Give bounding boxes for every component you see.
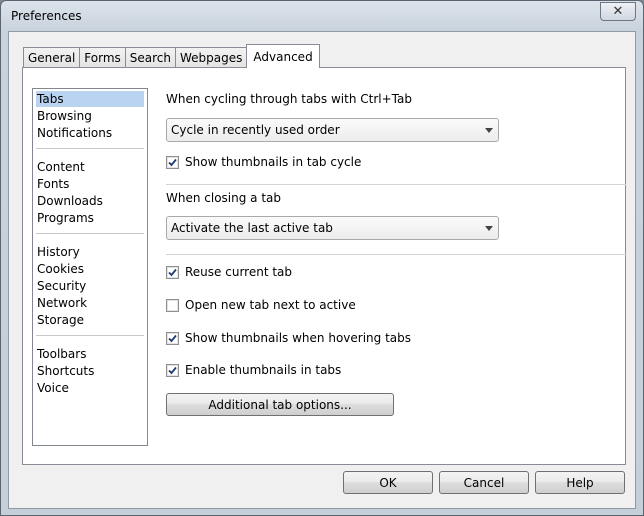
dialog-client-area: General Forms Search Webpages Advanced T…: [8, 31, 636, 509]
select-value: Activate the last active tab: [171, 221, 333, 235]
advanced-tab-panel: Tabs Browsing Notifications Content Font…: [22, 67, 626, 465]
additional-tab-options-button[interactable]: Additional tab options...: [166, 393, 394, 416]
closing-behavior-select[interactable]: Activate the last active tab: [166, 216, 499, 240]
category-item-shortcuts[interactable]: Shortcuts: [36, 363, 144, 379]
close-button[interactable]: ✕: [600, 2, 636, 21]
checkmark-icon: [168, 366, 177, 374]
tab-advanced[interactable]: Advanced: [246, 44, 320, 68]
category-item-downloads[interactable]: Downloads: [36, 193, 144, 209]
ok-button[interactable]: OK: [343, 471, 433, 494]
category-list[interactable]: Tabs Browsing Notifications Content Font…: [32, 88, 148, 446]
chevron-down-icon: [485, 226, 493, 231]
tab-label: Forms: [84, 51, 121, 65]
chevron-down-icon: [485, 128, 493, 133]
cycle-order-select[interactable]: Cycle in recently used order: [166, 118, 499, 142]
category-item-network[interactable]: Network: [36, 295, 144, 311]
tab-thumbnails-checkbox-row[interactable]: Enable thumbnails in tabs: [166, 362, 341, 378]
section-divider: [166, 184, 626, 185]
tab-general[interactable]: General: [23, 47, 81, 68]
category-item-history[interactable]: History: [36, 244, 144, 260]
checkbox-label: Open new tab next to active: [185, 298, 356, 312]
category-item-storage[interactable]: Storage: [36, 312, 144, 328]
tab-label: Webpages: [180, 51, 243, 65]
category-item-content[interactable]: Content: [36, 159, 144, 175]
checkmark-icon: [168, 158, 177, 166]
reuse-current-tab-checkbox[interactable]: [166, 265, 179, 279]
checkbox-label: Reuse current tab: [185, 265, 293, 279]
preferences-window: Preferences ✕ General Forms Search Webpa…: [0, 0, 644, 516]
reuse-tab-checkbox-row[interactable]: Reuse current tab: [166, 264, 292, 280]
category-item-voice[interactable]: Voice: [36, 380, 144, 396]
section-divider: [166, 254, 626, 255]
tab-strip: General Forms Search Webpages Advanced: [23, 44, 320, 68]
hover-thumbnails-checkbox-row[interactable]: Show thumbnails when hovering tabs: [166, 330, 411, 346]
category-item-programs[interactable]: Programs: [36, 210, 144, 226]
tab-label: Advanced: [253, 49, 313, 64]
show-thumbnails-cycle-checkbox-row[interactable]: Show thumbnails in tab cycle: [166, 154, 361, 170]
checkbox-label: Show thumbnails in tab cycle: [185, 155, 362, 169]
category-item-notifications[interactable]: Notifications: [36, 125, 144, 141]
thumbnails-hovering-checkbox[interactable]: [166, 331, 179, 345]
cancel-button[interactable]: Cancel: [439, 471, 529, 494]
category-item-tabs[interactable]: Tabs: [36, 91, 144, 107]
tabs-settings-pane: When cycling through tabs with Ctrl+Tab …: [166, 68, 626, 464]
tab-label: General: [28, 51, 76, 65]
tab-forms[interactable]: Forms: [79, 47, 126, 68]
category-item-cookies[interactable]: Cookies: [36, 261, 144, 277]
open-next-to-active-checkbox[interactable]: [166, 298, 179, 312]
category-separator: [36, 148, 144, 149]
category-item-toolbars[interactable]: Toolbars: [36, 346, 144, 362]
category-separator: [36, 233, 144, 234]
checkbox-label: Show thumbnails when hovering tabs: [185, 331, 411, 345]
checkmark-icon: [168, 334, 177, 342]
show-thumbnails-cycle-checkbox[interactable]: [166, 155, 179, 169]
checkmark-icon: [168, 268, 177, 276]
category-item-browsing[interactable]: Browsing: [36, 108, 144, 124]
window-title: Preferences: [11, 9, 82, 23]
select-value: Cycle in recently used order: [171, 123, 340, 137]
tab-webpages[interactable]: Webpages: [175, 47, 248, 68]
closing-heading: When closing a tab: [166, 191, 282, 205]
thumbnails-in-tabs-checkbox[interactable]: [166, 363, 179, 377]
category-separator: [36, 335, 144, 336]
checkbox-label: Enable thumbnails in tabs: [185, 363, 342, 377]
open-next-checkbox-row[interactable]: Open new tab next to active: [166, 297, 356, 313]
tab-label: Search: [129, 51, 172, 65]
category-item-fonts[interactable]: Fonts: [36, 176, 144, 192]
title-bar[interactable]: Preferences ✕: [1, 1, 643, 31]
cycling-heading: When cycling through tabs with Ctrl+Tab: [166, 92, 412, 106]
tab-search[interactable]: Search: [124, 47, 177, 68]
category-item-security[interactable]: Security: [36, 278, 144, 294]
help-button[interactable]: Help: [535, 471, 625, 494]
close-icon: ✕: [612, 4, 624, 19]
